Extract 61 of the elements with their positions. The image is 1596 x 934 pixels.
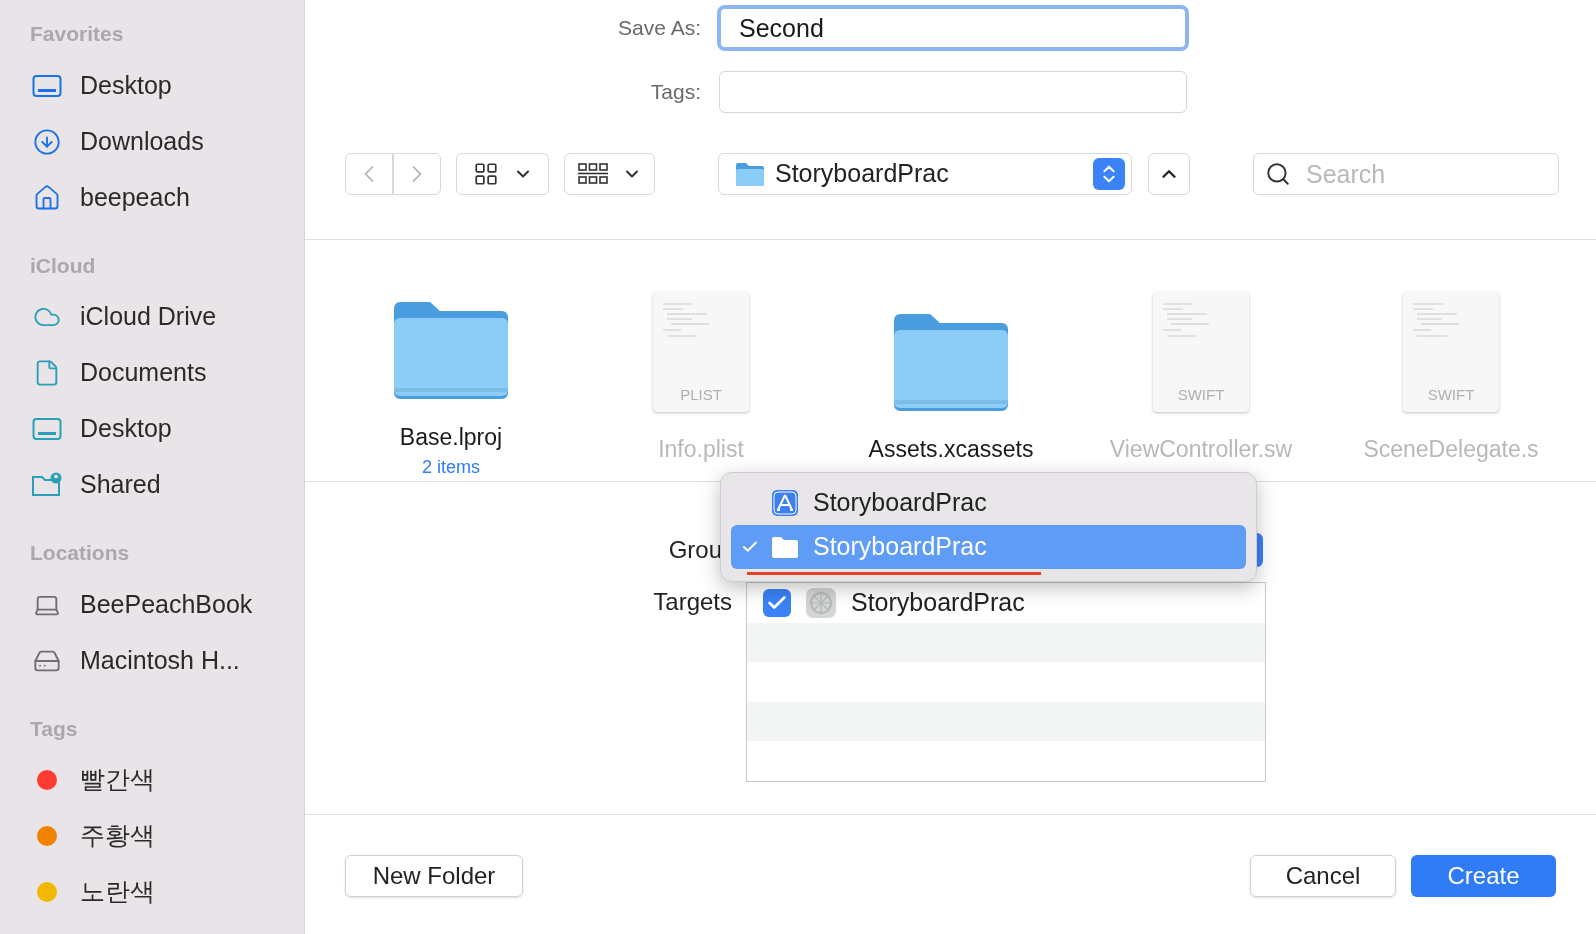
icon-view-button[interactable] (456, 153, 549, 195)
file-type-label: PLIST (680, 384, 722, 405)
target-name: StoryboardPrac (851, 587, 1025, 619)
app-target-icon (805, 586, 837, 619)
checkbox[interactable] (763, 588, 791, 617)
group-label: Grou (667, 535, 723, 565)
desktop-icon (32, 73, 62, 98)
shared-folder-icon (31, 472, 63, 498)
sidebar-heading: iCloud (30, 252, 97, 279)
sidebar-item[interactable]: 주황색 (30, 808, 304, 864)
sidebar-item[interactable]: Desktop (30, 57, 304, 114)
menu-item-label: StoryboardPrac (813, 487, 987, 519)
file-name: Base.lproj (399, 422, 503, 452)
file-name: Info.plist (658, 435, 744, 464)
grid-icon (472, 161, 499, 187)
target-row[interactable]: StoryboardPrac (747, 583, 1265, 623)
file-name: Assets.xcassets (868, 435, 1034, 464)
save-as-label: Save As: (617, 15, 701, 42)
sidebar-heading: Tags (30, 715, 79, 742)
folder-icon (771, 535, 799, 559)
new-folder-button[interactable]: New Folder (345, 855, 523, 897)
stepper-icon (1093, 158, 1125, 190)
folder-icon (735, 161, 765, 187)
file-name: ViewController.sw (1109, 435, 1293, 464)
cancel-button[interactable]: Cancel (1250, 855, 1396, 897)
search-icon (1265, 161, 1291, 187)
group-view-button[interactable] (564, 153, 655, 195)
file-name: SceneDelegate.s (1363, 435, 1539, 464)
sidebar-item[interactable]: beepeach (30, 169, 304, 226)
targets-label: Targets (652, 587, 732, 617)
sidebar-item[interactable]: Documents (30, 345, 304, 401)
sidebar-item[interactable]: 빨간색 (30, 752, 304, 808)
file-type-label: SWIFT (1177, 384, 1225, 405)
sidebar-heading: Favorites (30, 21, 125, 47)
house-icon (33, 183, 61, 212)
sidebar-item[interactable]: Downloads (30, 113, 304, 170)
sidebar-item[interactable]: Desktop (30, 401, 304, 457)
tags-field[interactable] (719, 71, 1187, 113)
menu-item[interactable]: StoryboardPrac (731, 481, 1246, 525)
search-field[interactable]: Search (1253, 153, 1559, 195)
desktop-icon (32, 417, 62, 441)
sidebar-item[interactable]: Macintosh H... (30, 632, 304, 689)
file-item[interactable]: Assets.xcassets (826, 290, 1076, 481)
menu-item-label: StoryboardPrac (813, 531, 987, 563)
sidebar-item[interactable]: 노란색 (30, 864, 304, 920)
tags-label: Tags: (649, 79, 701, 106)
file-item[interactable]: Base.lproj 2 items (326, 290, 576, 481)
gallery-grid-icon (577, 161, 608, 187)
sidebar-item[interactable]: Shared (30, 457, 304, 513)
sidebar-item[interactable]: BeePeachBook (30, 576, 304, 633)
location-label: StoryboardPrac (775, 158, 950, 190)
location-popup[interactable]: StoryboardPrac (718, 153, 1132, 195)
sidebar-item[interactable]: iCloud Drive (30, 289, 304, 345)
file-type-label: SWIFT (1427, 384, 1475, 405)
create-button[interactable]: Create (1411, 855, 1556, 897)
sidebar-heading: Locations (30, 540, 131, 566)
parent-folder-button[interactable] (1148, 153, 1190, 195)
item-count: 2 items (422, 456, 480, 479)
app-icon (771, 489, 799, 517)
download-icon (33, 127, 61, 156)
save-as-field[interactable]: Second (717, 5, 1189, 51)
